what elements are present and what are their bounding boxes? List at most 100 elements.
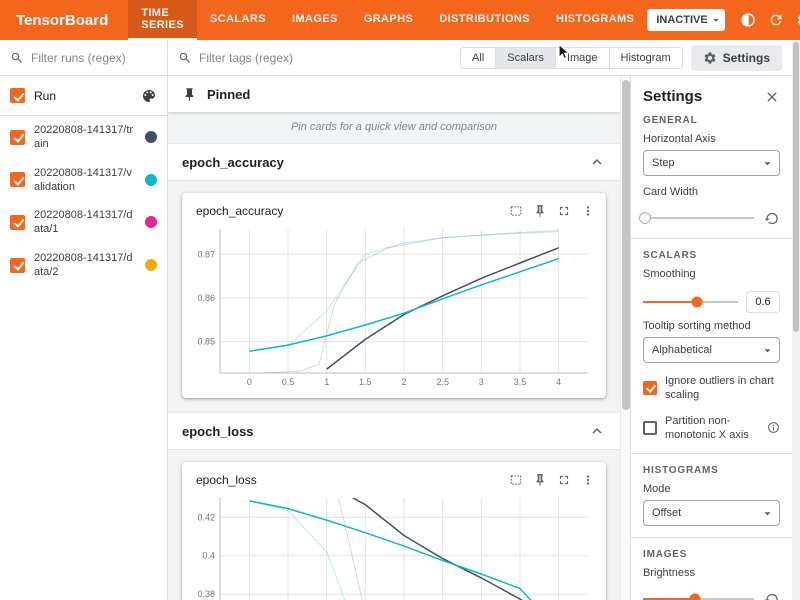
refresh-button[interactable]: [763, 7, 789, 33]
fit-data-button[interactable]: [504, 468, 528, 492]
filter-chip-scalars[interactable]: Scalars: [495, 48, 555, 68]
run-master-checkbox[interactable]: [10, 88, 25, 103]
tag-filter: [178, 51, 452, 65]
open-settings-button[interactable]: Settings: [691, 45, 782, 71]
section-header-epoch-loss[interactable]: epoch_loss: [168, 412, 620, 450]
gear-icon: [703, 51, 717, 65]
partition-x-axis-label: Partition non-monotonic X axis: [665, 414, 759, 443]
section-title: epoch_loss: [182, 424, 254, 439]
main-scrollbar[interactable]: [620, 76, 630, 600]
card-header: epoch_accuracy: [186, 197, 602, 223]
brightness-label: Brightness: [643, 567, 780, 579]
histogram-mode-select[interactable]: Offset: [643, 500, 780, 526]
global-settings-button[interactable]: [791, 7, 800, 33]
slider-thumb[interactable]: [690, 594, 701, 600]
chevron-up-icon[interactable]: [588, 422, 606, 440]
brightness-reset-button[interactable]: [762, 590, 780, 600]
page-scrollbar-thumb[interactable]: [793, 42, 799, 332]
epoch-accuracy-chart[interactable]: 00.511.522.533.540.850.860.87: [186, 223, 602, 396]
kebab-menu-icon: [581, 473, 595, 487]
filter-chip-image[interactable]: Image: [555, 48, 609, 68]
run-checkbox[interactable]: [10, 215, 25, 230]
contrast-icon: [740, 12, 756, 28]
card-width-reset-button[interactable]: [762, 209, 780, 227]
pinned-title: Pinned: [207, 87, 250, 102]
run-label: 20220808-141317/train: [34, 123, 136, 152]
search-icon: [10, 51, 24, 65]
tab-distributions[interactable]: DISTRIBUTIONS: [426, 0, 543, 40]
run-label: 20220808-141317/validation: [34, 166, 136, 195]
pin-card-button[interactable]: [528, 468, 552, 492]
svg-text:1: 1: [324, 377, 329, 387]
settings-panel-header: Settings: [643, 88, 780, 105]
tab-scalars[interactable]: SCALARS: [197, 0, 279, 40]
more-options-button[interactable]: [576, 199, 600, 223]
filter-chip-all[interactable]: All: [461, 48, 495, 68]
horizontal-axis-select[interactable]: Step: [643, 150, 780, 176]
smoothing-value-input[interactable]: 0.6: [746, 291, 780, 313]
svg-text:0.87: 0.87: [197, 249, 215, 259]
slider-thumb[interactable]: [692, 297, 703, 308]
ignore-outliers-checkbox[interactable]: [643, 381, 657, 395]
theme-toggle-button[interactable]: [735, 7, 761, 33]
close-icon[interactable]: [764, 89, 780, 105]
svg-text:2: 2: [401, 377, 406, 387]
run-row-train[interactable]: 20220808-141317/train: [0, 116, 167, 159]
expand-card-button[interactable]: [552, 199, 576, 223]
svg-text:3: 3: [479, 377, 484, 387]
card-width-slider[interactable]: [643, 217, 754, 219]
card-width-control: [643, 209, 780, 227]
tag-filter-input[interactable]: [199, 51, 452, 65]
more-options-button[interactable]: [576, 468, 600, 492]
filter-chip-histogram[interactable]: Histogram: [609, 48, 682, 68]
divider: [631, 238, 792, 239]
fullscreen-icon: [557, 204, 571, 218]
svg-text:0: 0: [247, 377, 252, 387]
header-actions: INACTIVE: [647, 0, 800, 40]
ignore-outliers-row[interactable]: Ignore outliers in chart scaling: [643, 374, 780, 403]
run-filter-input[interactable]: [31, 51, 157, 65]
info-icon[interactable]: [767, 421, 780, 434]
run-row-validation[interactable]: 20220808-141317/validation: [0, 159, 167, 202]
partition-x-axis-checkbox[interactable]: [643, 421, 657, 435]
card-title: epoch_loss: [196, 473, 504, 487]
scalar-card-epoch-loss: epoch_loss 00.511.522.533.540.360.380.40…: [182, 462, 606, 600]
svg-text:0.4: 0.4: [202, 551, 215, 561]
card-header: epoch_loss: [186, 466, 602, 492]
fit-data-button[interactable]: [504, 199, 528, 223]
fullscreen-icon: [557, 473, 571, 487]
tab-histograms[interactable]: HISTOGRAMS: [543, 0, 647, 40]
run-checkbox[interactable]: [10, 130, 25, 145]
reload-status-select[interactable]: INACTIVE: [647, 9, 724, 31]
tooltip-sorting-select[interactable]: Alphabetical: [643, 337, 780, 363]
cards-scroll-area: Pinned Pin cards for a quick view and co…: [168, 76, 620, 600]
tab-images[interactable]: IMAGES: [279, 0, 351, 40]
slider-thumb[interactable]: [639, 212, 651, 224]
main-nav: TIME SERIES SCALARS IMAGES GRAPHS DISTRI…: [128, 0, 647, 40]
svg-text:0.85: 0.85: [197, 337, 215, 347]
page-scrollbar[interactable]: [792, 40, 800, 600]
run-color-dot: [145, 216, 157, 228]
partition-x-axis-row[interactable]: Partition non-monotonic X axis: [643, 414, 780, 443]
main-scrollbar-thumb[interactable]: [622, 80, 630, 410]
caret-down-icon: [760, 343, 775, 358]
refresh-icon: [768, 12, 784, 28]
slider-fill: [643, 301, 697, 303]
expand-card-button[interactable]: [552, 468, 576, 492]
smoothing-slider[interactable]: [643, 301, 738, 303]
tab-graphs[interactable]: GRAPHS: [351, 0, 426, 40]
section-header-epoch-accuracy[interactable]: epoch_accuracy: [168, 143, 620, 181]
run-checkbox[interactable]: [10, 172, 25, 187]
tab-time-series[interactable]: TIME SERIES: [128, 0, 197, 40]
run-row-data-1[interactable]: 20220808-141317/data/1: [0, 201, 167, 244]
smoothing-control: 0.6: [643, 291, 780, 313]
smoothing-label: Smoothing: [643, 268, 780, 280]
brightness-control: [643, 590, 780, 600]
palette-icon[interactable]: [141, 88, 157, 104]
tensorboard-app: TensorBoard TIME SERIES SCALARS IMAGES G…: [0, 0, 800, 600]
epoch-loss-chart[interactable]: 00.511.522.533.540.360.380.40.42: [186, 492, 602, 600]
pin-card-button[interactable]: [528, 199, 552, 223]
run-checkbox[interactable]: [10, 258, 25, 273]
chevron-up-icon[interactable]: [588, 153, 606, 171]
run-row-data-2[interactable]: 20220808-141317/data/2: [0, 244, 167, 287]
